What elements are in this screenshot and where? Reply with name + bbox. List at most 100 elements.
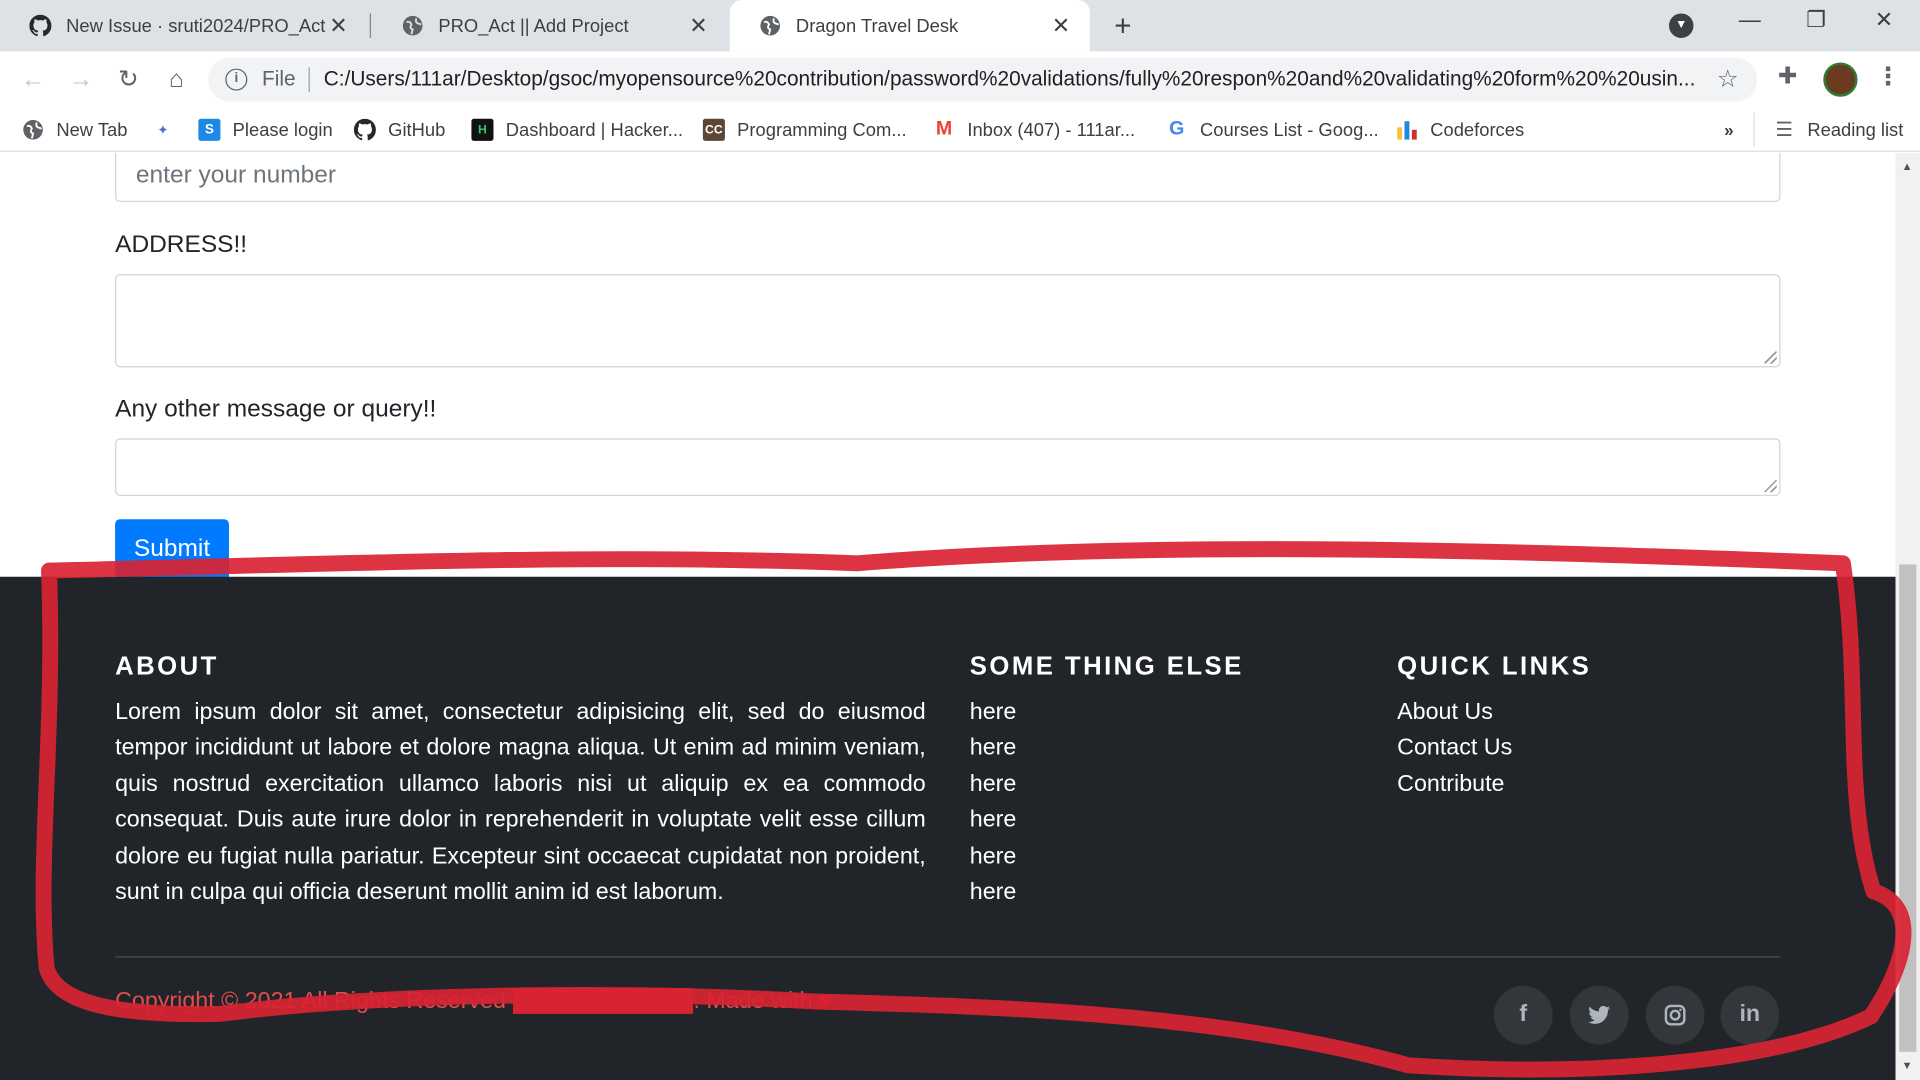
about-us-link[interactable]: About Us	[1397, 694, 1512, 730]
s-logo-icon: S	[198, 118, 221, 141]
gmail-icon: M	[935, 118, 953, 140]
bookmark-label: Codeforces	[1430, 119, 1525, 141]
bookmark-inbox[interactable]: M Inbox (407) - 111ar...	[933, 115, 1135, 144]
tab-title: Dragon Travel Desk	[795, 15, 959, 37]
bookmark-please-login[interactable]: S Please login	[198, 115, 333, 144]
back-arrow-icon[interactable]: ←	[17, 64, 49, 96]
message-label: Any other message or query!!	[115, 395, 437, 423]
something-else-heading: SOME THING ELSE	[969, 652, 1244, 681]
bookmark-hackerrank[interactable]: H Dashboard | Hacker...	[471, 115, 683, 144]
bookmark-label: Inbox (407) - 111ar...	[967, 119, 1136, 141]
copyright-prefix: Copyright © 2021 All Rights Reserved	[115, 988, 506, 1014]
about-text: Lorem ipsum dolor sit amet, consectetur …	[115, 699, 926, 905]
scroll-down-arrow-icon[interactable]: ▼	[1902, 1059, 1913, 1071]
page-content: enter your number ADDRESS!! Any other me…	[0, 153, 1896, 1080]
bookmark-label: Please login	[232, 119, 333, 141]
tab-add-project[interactable]: PRO_Act || Add Project ✕	[372, 0, 727, 51]
about-heading: ABOUT	[115, 652, 219, 681]
extensions-icon[interactable]: ✚	[1778, 62, 1797, 90]
info-icon[interactable]: i	[225, 68, 248, 91]
more-menu-icon[interactable]: ⋮	[1876, 61, 1900, 92]
app-icon: ✦	[157, 123, 169, 138]
footer-divider	[115, 956, 1781, 958]
copyright-text: Copyright © 2021 All Rights Reserved . M…	[115, 988, 833, 1015]
linkedin-icon[interactable]: in	[1720, 985, 1780, 1045]
google-icon: G	[1169, 118, 1185, 140]
tab-strip: New Issue · sruti2024/PRO_Act ✕ PRO_Act …	[0, 0, 1920, 52]
contribute-link[interactable]: Contribute	[1397, 766, 1512, 802]
home-icon[interactable]: ⌂	[160, 64, 192, 96]
bookmark-label: Dashboard | Hacker...	[505, 119, 684, 141]
address-bar[interactable]: i File C:/Users/111ar/Desktop/gsoc/myope…	[208, 57, 1758, 102]
codeforces-icon	[1396, 119, 1418, 141]
address-textarea[interactable]	[115, 274, 1781, 368]
footer-link[interactable]: here	[970, 694, 1017, 730]
reload-icon[interactable]: ↻	[113, 64, 145, 96]
page-scrollbar[interactable]: ▲ ▼	[1895, 153, 1920, 1080]
close-icon[interactable]: ✕	[329, 13, 347, 39]
quick-links-heading: QUICK LINKS	[1397, 652, 1592, 681]
tab-separator	[369, 13, 372, 38]
bookmark-new-tab[interactable]: New Tab	[22, 115, 127, 144]
browser-toolbar: ← → ↻ ⌂ i File C:/Users/111ar/Desktop/gs…	[0, 51, 1920, 108]
github-icon	[29, 14, 52, 37]
copyright-suffix: . Made with	[693, 988, 813, 1014]
window-close-button[interactable]: ✕	[1875, 7, 1893, 33]
restore-button[interactable]: ❐	[1806, 7, 1826, 33]
facebook-icon[interactable]: f	[1493, 985, 1553, 1045]
bookmarks-separator	[1753, 112, 1755, 147]
profile-avatar[interactable]	[1823, 62, 1858, 97]
file-label: File	[262, 67, 296, 91]
bookmark-label: GitHub	[388, 119, 446, 141]
twitter-icon[interactable]	[1569, 985, 1629, 1045]
footer: ABOUT Lorem ipsum dolor sit amet, consec…	[0, 576, 1896, 1080]
reading-list-icon: ☰	[1775, 120, 1793, 141]
footer-link[interactable]: here	[970, 766, 1017, 802]
redacted-author-name	[512, 988, 694, 1014]
reading-list-button[interactable]: ☰ Reading list	[1773, 115, 1903, 144]
minimize-button[interactable]: —	[1739, 7, 1761, 33]
bookmark-courses[interactable]: G Courses List - Goog...	[1166, 115, 1379, 144]
codechef-icon: CC	[702, 118, 725, 141]
close-icon[interactable]: ✕	[1052, 13, 1070, 39]
browser-window: New Issue · sruti2024/PRO_Act ✕ PRO_Act …	[0, 0, 1920, 1080]
resize-grip-icon[interactable]	[1764, 480, 1777, 493]
footer-link[interactable]: here	[970, 802, 1017, 838]
omnibox-separator	[309, 67, 311, 92]
contact-us-link[interactable]: Contact Us	[1397, 730, 1512, 766]
bookmark-label: New Tab	[56, 119, 128, 141]
something-else-links: here here here here here here	[970, 694, 1017, 910]
heart-icon: ♥	[818, 988, 833, 1014]
bookmark-app[interactable]: ✦	[152, 115, 186, 144]
scrollbar-thumb[interactable]	[1899, 564, 1917, 1052]
footer-link[interactable]: here	[970, 730, 1017, 766]
tab-dragon-travel-desk[interactable]: Dragon Travel Desk ✕	[729, 0, 1090, 52]
resize-grip-icon[interactable]	[1764, 351, 1777, 364]
tab-search-icon[interactable]: ▼	[1668, 13, 1694, 38]
submit-button[interactable]: Submit	[115, 519, 229, 583]
bookmark-codeforces[interactable]: Codeforces	[1396, 115, 1524, 144]
instagram-icon[interactable]	[1645, 985, 1705, 1045]
bookmark-star-icon[interactable]: ☆	[1717, 64, 1739, 95]
quick-links-list: About Us Contact Us Contribute	[1397, 694, 1512, 802]
scroll-up-arrow-icon[interactable]: ▲	[1902, 160, 1913, 172]
message-textarea[interactable]	[115, 438, 1781, 496]
bookmark-codechef[interactable]: CC Programming Com...	[702, 115, 907, 144]
hackerrank-icon: H	[471, 118, 494, 141]
number-input[interactable]: enter your number	[115, 153, 1781, 203]
bookmarks-overflow-button[interactable]: »	[1724, 115, 1734, 144]
new-tab-button[interactable]: +	[1107, 10, 1139, 44]
globe-icon	[759, 15, 781, 37]
bookmark-github[interactable]: GitHub	[353, 115, 446, 144]
address-label: ADDRESS!!	[115, 231, 248, 259]
footer-link[interactable]: here	[970, 838, 1017, 874]
forward-arrow-icon[interactable]: →	[65, 64, 97, 96]
tab-title: New Issue · sruti2024/PRO_Act	[66, 15, 326, 37]
url-text[interactable]: C:/Users/111ar/Desktop/gsoc/myopensource…	[324, 67, 1708, 91]
close-icon[interactable]: ✕	[689, 13, 707, 39]
bookmarks-bar: New Tab ✦ S Please login GitHub H Dashbo…	[0, 107, 1920, 152]
globe-icon	[22, 119, 44, 141]
tab-new-issue[interactable]: New Issue · sruti2024/PRO_Act ✕	[0, 0, 367, 51]
reading-list-label: Reading list	[1807, 119, 1904, 141]
footer-link[interactable]: here	[970, 874, 1017, 910]
